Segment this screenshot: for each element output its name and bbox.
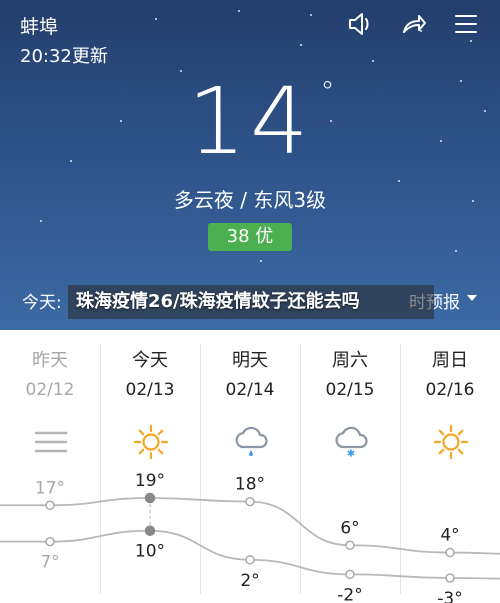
temperature-chart: 17° 7° 19° 10° 18° 2° 6° -2° 4° -3° — [0, 471, 500, 603]
low-temp-point — [345, 569, 355, 580]
star-decoration — [238, 10, 240, 12]
star-decoration — [310, 14, 312, 16]
watermark-banner: 珠海疫情26/珠海疫情蚊子还能去吗 — [68, 285, 434, 319]
city-name[interactable]: 蚌埠 — [20, 12, 58, 39]
high-temp-label: 4° — [440, 526, 459, 546]
high-temp-label: 17° — [35, 478, 65, 498]
star-decoration — [300, 44, 302, 46]
high-temp-point — [345, 540, 355, 551]
star-decoration — [470, 40, 472, 42]
high-temp-point — [45, 500, 55, 511]
aqi-badge[interactable]: 38 优 — [208, 223, 292, 251]
low-temp-label: 2° — [240, 571, 259, 591]
star-decoration — [372, 60, 374, 62]
low-temp-point — [445, 573, 455, 583]
menu-icon[interactable] — [452, 10, 480, 38]
today-label: 今天: — [22, 293, 62, 313]
low-temp-label: 7° — [40, 553, 59, 573]
current-weather-panel: 蚌埠 20:32更新 14 ° 多云夜 / 东风3级 38 优 今天: 时预报 — [0, 0, 500, 330]
high-temp-label: 19° — [135, 471, 165, 491]
low-temp-point — [45, 536, 55, 547]
high-temp-point — [445, 547, 455, 558]
low-temp-label: -2° — [337, 585, 362, 603]
high-temp-point — [245, 496, 255, 507]
update-time: 20:32更新 — [20, 46, 108, 67]
star-decoration — [398, 180, 400, 182]
current-temperature: 14 ° — [187, 68, 339, 175]
low-temp-point — [245, 555, 255, 565]
high-temp-label: 18° — [235, 475, 265, 495]
star-decoration — [155, 18, 157, 20]
degree-symbol: ° — [320, 75, 339, 108]
share-icon[interactable] — [400, 10, 428, 38]
chevron-down-icon[interactable] — [466, 292, 478, 304]
high-temp-line — [0, 497, 500, 555]
high-temp-label: 6° — [340, 518, 359, 538]
star-decoration — [260, 260, 262, 262]
star-decoration — [455, 250, 457, 252]
high-temp-point — [144, 492, 156, 504]
star-decoration — [40, 220, 42, 222]
weather-condition: 多云夜 / 东风3级 — [173, 188, 327, 212]
speaker-icon[interactable] — [346, 10, 374, 38]
low-temp-label: 10° — [135, 542, 165, 562]
low-temp-point — [144, 525, 156, 536]
daily-forecast: 昨天 02/12 今天 02/13 明天 02/14 周六 02/15 周日 0… — [0, 330, 500, 603]
low-temp-label: -3° — [437, 589, 462, 603]
